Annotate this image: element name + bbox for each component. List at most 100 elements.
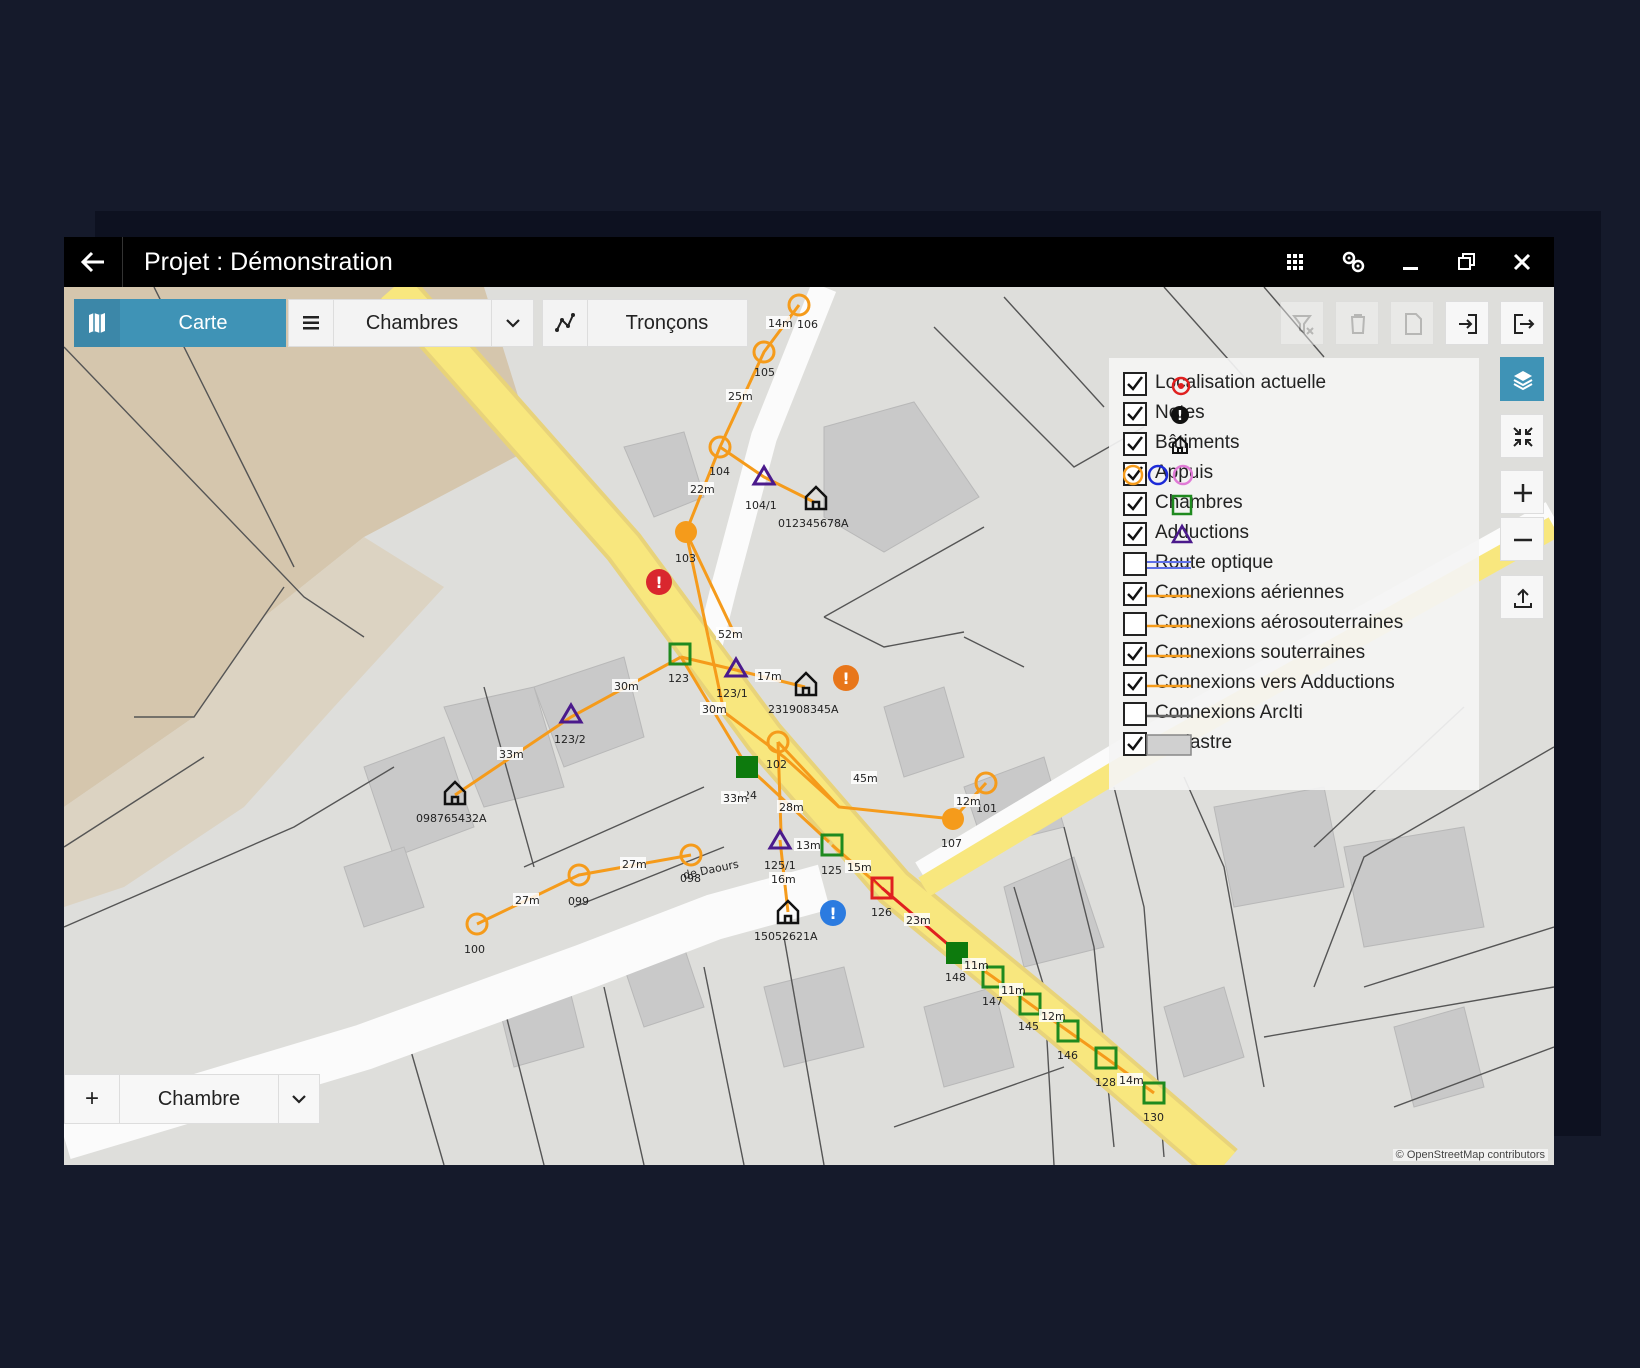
svg-text:!: ! [829,904,836,923]
note-badge-icon: ! [1171,406,1189,424]
alert-note-icon[interactable]: ! [646,569,672,595]
chambres-dropdown[interactable]: Chambres [288,299,534,347]
label-125: 125 [821,864,842,877]
legend-row-connexions-aeriennes[interactable]: Connexions aériennes [1123,580,1473,610]
distance-label: 12m [956,795,981,808]
label-building-4: 15052621A [754,930,818,943]
orange-line [1147,594,1191,598]
label-148: 148 [945,971,966,984]
appui-103[interactable] [675,521,697,543]
house-icon [1172,435,1188,454]
label-125-1: 125/1 [764,859,796,872]
map-view[interactable]: de Daours ! ! ! 106 105 104 104/1 012345… [64,287,1554,1165]
legend-row-notes[interactable]: Notes ! [1123,400,1473,430]
legend-row-localisation[interactable]: Localisation actuelle [1123,370,1473,400]
label-104-1: 104/1 [745,499,777,512]
export-button[interactable] [1500,301,1544,345]
distance-label: 13m [796,839,821,852]
label-145: 145 [1018,1020,1039,1033]
chambres-label: Chambres [365,312,459,334]
legend-row-connexions-arciti[interactable]: Connexions ArcIti [1123,700,1473,730]
appui-107[interactable] [942,808,964,830]
label-130: 130 [1143,1111,1164,1124]
gray-line [1147,714,1191,718]
legend-row-connexions-aerosouterraines[interactable]: Connexions aérosouterraines [1123,610,1473,640]
distance-label: 30m [614,680,639,693]
fit-view-button[interactable] [1500,414,1544,458]
label-building-1: 012345678A [778,517,849,530]
label-106: 106 [797,318,818,331]
distance-label: 23m [906,914,931,927]
carte-tab[interactable]: Carte [74,299,286,347]
distance-label: 17m [757,670,782,683]
label-building-2: 231908345A [768,703,839,716]
troncons-button[interactable]: Tronçons [542,299,748,347]
label-123-2: 123/2 [554,733,586,746]
target-icon [1171,376,1191,396]
grid-menu-icon[interactable] [1280,247,1310,277]
clear-filter-button[interactable] [1280,301,1324,345]
title-separator [122,237,123,287]
svg-text:!: ! [842,669,849,688]
upload-icon [1514,588,1532,608]
route-segments-icon [555,313,575,332]
layers-legend: Localisation actuelle Notes ! Bâtiments … [1109,358,1479,790]
minimize-icon[interactable] [1395,247,1425,277]
legend-row-chambres[interactable]: Chambres [1123,490,1473,520]
legend-row-route-optique[interactable]: Route optique [1123,550,1473,580]
distance-label: 52m [718,628,743,641]
logout-icon [1514,314,1535,334]
distance-label: 14m [768,317,793,330]
distance-label: 33m [723,792,748,805]
save-button[interactable] [1390,301,1434,345]
plus-icon [1514,484,1532,502]
label-146: 146 [1057,1049,1078,1062]
shrink-arrows-icon [1513,427,1533,447]
close-icon[interactable] [1507,247,1537,277]
label-103: 103 [675,552,696,565]
legend-row-adductions[interactable]: Adductions [1123,520,1473,550]
add-button[interactable]: + [65,1075,119,1123]
label-104: 104 [709,465,730,478]
carte-label: Carte [178,312,228,334]
restore-icon[interactable] [1451,247,1481,277]
label-building-3: 098765432A [416,812,487,825]
back-arrow-icon[interactable] [76,245,110,279]
label-107: 107 [941,837,962,850]
orange-line [1147,624,1191,628]
distance-label: 45m [853,772,878,785]
chevron-down-icon[interactable] [279,1075,319,1123]
label-102: 102 [766,758,787,771]
import-button[interactable] [1445,301,1489,345]
legend-row-connexions-souterraines[interactable]: Connexions souterraines [1123,640,1473,670]
add-feature-bar: + Chambre [64,1074,320,1124]
blue-double-line [1147,561,1191,569]
svg-text:!: ! [655,573,662,592]
minus-icon [1514,538,1532,542]
feature-type-select[interactable]: Chambre [120,1075,278,1123]
layers-button[interactable] [1500,357,1544,401]
distance-label: 12m [1041,1010,1066,1023]
purple-triangle-icon [1170,523,1193,544]
zoom-in-button[interactable] [1500,470,1544,514]
legend-row-batiments[interactable]: Bâtiments [1123,430,1473,460]
gray-rect [1146,734,1192,756]
distance-label: 16m [771,873,796,886]
upload-button[interactable] [1500,575,1544,619]
info-note-icon[interactable]: ! [820,900,846,926]
label-123-1: 123/1 [716,687,748,700]
map-icon [74,299,120,347]
zoom-out-button[interactable] [1500,517,1544,561]
settings-gears-icon[interactable] [1338,247,1368,277]
legend-row-appuis[interactable]: Appuis [1123,460,1473,490]
distance-label: 25m [728,390,753,403]
legend-row-cadastre[interactable]: Cadastre [1123,730,1473,760]
label-126: 126 [871,906,892,919]
distance-label: 11m [1001,984,1026,997]
chevron-down-icon [506,319,520,328]
warning-note-icon[interactable]: ! [833,665,859,691]
chambre-124[interactable] [736,756,758,778]
legend-row-connexions-adductions[interactable]: Connexions vers Adductions [1123,670,1473,700]
delete-button[interactable] [1335,301,1379,345]
orange-line [1147,684,1191,688]
